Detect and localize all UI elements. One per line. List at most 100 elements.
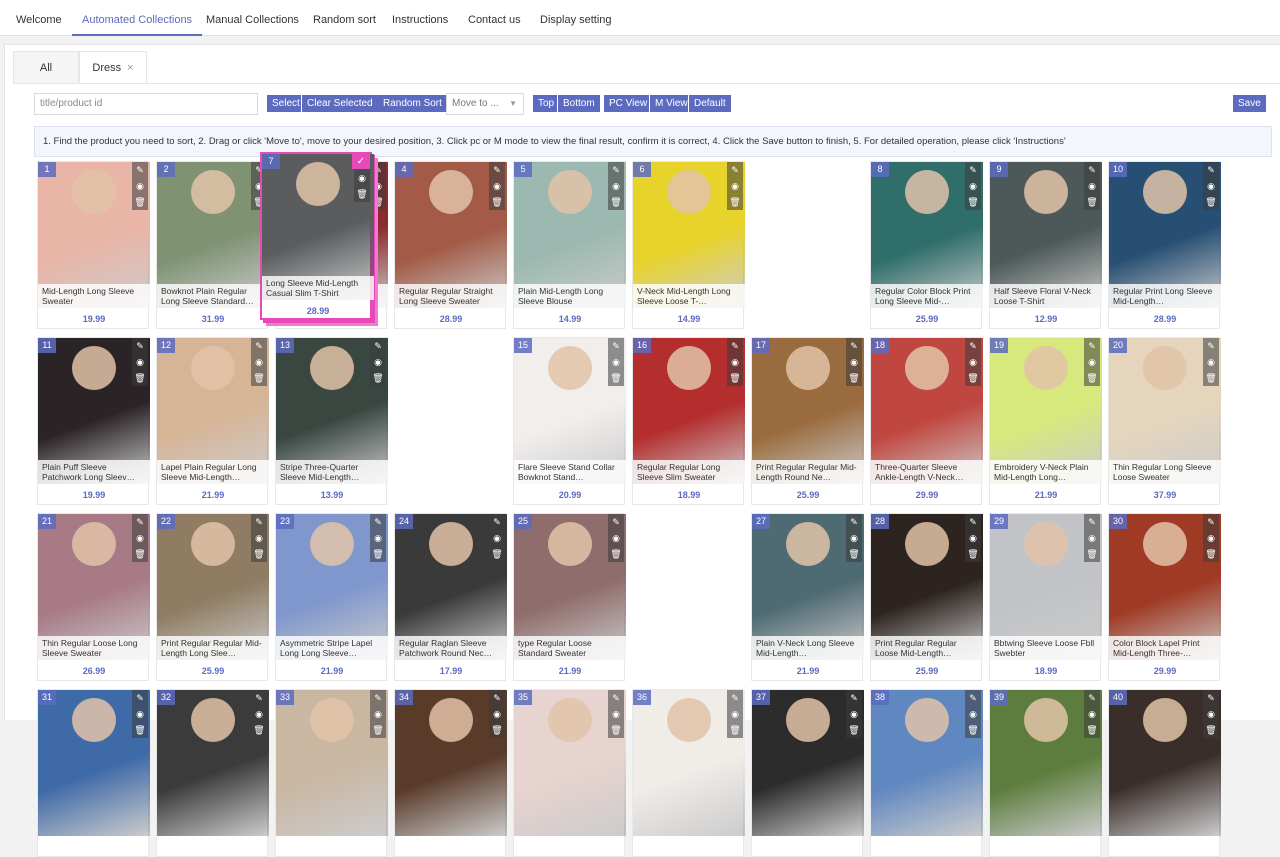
edit-icon[interactable]: ✎: [1084, 514, 1100, 530]
product-card[interactable]: 37 ✎ ◉ 🗑: [751, 689, 864, 857]
edit-icon[interactable]: ✎: [370, 338, 386, 354]
trash-icon[interactable]: 🗑: [608, 722, 624, 738]
trash-icon[interactable]: 🗑: [608, 546, 624, 562]
save-button[interactable]: Save: [1233, 95, 1266, 112]
move-to-select[interactable]: Move to ... ▼: [446, 93, 524, 115]
trash-icon[interactable]: 🗑: [846, 722, 862, 738]
product-card[interactable]: 38 ✎ ◉ 🗑: [870, 689, 983, 857]
edit-icon[interactable]: ✎: [965, 338, 981, 354]
product-card[interactable]: 34 ✎ ◉ 🗑: [394, 689, 507, 857]
product-card[interactable]: 28 ✎ ◉ 🗑 Print Regular Regular Loose Mid-Len…: [870, 513, 983, 681]
trash-icon[interactable]: 🗑: [489, 194, 505, 210]
product-card[interactable]: 20 ✎ ◉ 🗑 Thin Regular Long Sleeve Loose Swea…: [1108, 337, 1221, 505]
tab-all[interactable]: All: [13, 51, 79, 83]
trash-icon[interactable]: 🗑: [370, 546, 386, 562]
edit-icon[interactable]: ✎: [846, 338, 862, 354]
trash-icon[interactable]: 🗑: [370, 370, 386, 386]
product-card[interactable]: 7✎◉🗑Long Sleeve Mid-Length Casual Slim T…: [260, 152, 374, 320]
edit-icon[interactable]: ✎: [132, 514, 148, 530]
product-card[interactable]: 30 ✎ ◉ 🗑 Color Block Lapel Print Mid-Length …: [1108, 513, 1221, 681]
pc-view-button[interactable]: PC View: [604, 95, 653, 112]
eye-icon[interactable]: ◉: [846, 530, 862, 546]
product-card[interactable]: 4 ✎ ◉ 🗑 Regular Regular Straight Long Sleeve…: [394, 161, 507, 329]
eye-icon[interactable]: ◉: [132, 530, 148, 546]
trash-icon[interactable]: 🗑: [354, 186, 370, 202]
edit-icon[interactable]: ✎: [1084, 162, 1100, 178]
product-card[interactable]: 5 ✎ ◉ 🗑 Plain Mid-Length Long Sleeve Blouse 1…: [513, 161, 626, 329]
trash-icon[interactable]: 🗑: [1084, 194, 1100, 210]
trash-icon[interactable]: 🗑: [727, 370, 743, 386]
edit-icon[interactable]: ✎: [370, 690, 386, 706]
trash-icon[interactable]: 🗑: [132, 546, 148, 562]
product-card[interactable]: 22 ✎ ◉ 🗑 Print Regular Regular Mid-Length Lo…: [156, 513, 269, 681]
edit-icon[interactable]: ✎: [489, 690, 505, 706]
bottom-button[interactable]: Bottom: [557, 95, 600, 112]
product-card[interactable]: 11 ✎ ◉ 🗑 Plain Puff Sleeve Patchwork Long Sl…: [37, 337, 150, 505]
clear-selected-button[interactable]: Clear Selected: [301, 95, 378, 112]
edit-icon[interactable]: ✎: [727, 338, 743, 354]
product-card[interactable]: 39 ✎ ◉ 🗑: [989, 689, 1102, 857]
random-sort-button[interactable]: Random Sort: [378, 95, 447, 112]
product-card[interactable]: 13 ✎ ◉ 🗑 Stripe Three-Quarter Sleeve Mid-Len…: [275, 337, 388, 505]
edit-icon[interactable]: ✎: [1203, 690, 1219, 706]
product-card[interactable]: 19 ✎ ◉ 🗑 Embroidery V-Neck Plain Mid-Length …: [989, 337, 1102, 505]
default-button[interactable]: Default: [688, 95, 731, 112]
eye-icon[interactable]: ◉: [354, 170, 370, 186]
trash-icon[interactable]: 🗑: [251, 722, 267, 738]
trash-icon[interactable]: 🗑: [608, 194, 624, 210]
product-card[interactable]: 36 ✎ ◉ 🗑: [632, 689, 745, 857]
eye-icon[interactable]: ◉: [727, 178, 743, 194]
trash-icon[interactable]: 🗑: [608, 370, 624, 386]
eye-icon[interactable]: ◉: [1084, 354, 1100, 370]
eye-icon[interactable]: ◉: [132, 178, 148, 194]
product-card[interactable]: 6 ✎ ◉ 🗑 V-Neck Mid-Length Long Sleeve Loose …: [632, 161, 745, 329]
edit-icon[interactable]: ✎: [965, 514, 981, 530]
trash-icon[interactable]: 🗑: [965, 722, 981, 738]
search-input[interactable]: title/product id: [34, 93, 258, 115]
trash-icon[interactable]: 🗑: [846, 546, 862, 562]
edit-icon[interactable]: ✎: [608, 690, 624, 706]
edit-icon[interactable]: ✎: [846, 690, 862, 706]
product-card[interactable]: 15 ✎ ◉ 🗑 Flare Sleeve Stand Collar Bowknot S…: [513, 337, 626, 505]
trash-icon[interactable]: 🗑: [370, 722, 386, 738]
edit-icon[interactable]: ✎: [1084, 690, 1100, 706]
trash-icon[interactable]: 🗑: [1203, 370, 1219, 386]
nav-automated-collections[interactable]: Automated Collections: [72, 0, 203, 36]
product-card[interactable]: 32 ✎ ◉ 🗑: [156, 689, 269, 857]
trash-icon[interactable]: 🗑: [251, 370, 267, 386]
eye-icon[interactable]: ◉: [1203, 354, 1219, 370]
product-card[interactable]: 23 ✎ ◉ 🗑 Asymmetric Stripe Lapel Long Long S…: [275, 513, 388, 681]
edit-icon[interactable]: ✎: [608, 162, 624, 178]
edit-icon[interactable]: ✎: [132, 162, 148, 178]
trash-icon[interactable]: 🗑: [489, 722, 505, 738]
eye-icon[interactable]: ◉: [608, 178, 624, 194]
eye-icon[interactable]: ◉: [489, 178, 505, 194]
trash-icon[interactable]: 🗑: [727, 722, 743, 738]
edit-icon[interactable]: ✎: [489, 514, 505, 530]
eye-icon[interactable]: ◉: [727, 354, 743, 370]
trash-icon[interactable]: 🗑: [132, 370, 148, 386]
edit-icon[interactable]: ✎: [1203, 162, 1219, 178]
eye-icon[interactable]: ◉: [1203, 530, 1219, 546]
trash-icon[interactable]: 🗑: [965, 194, 981, 210]
nav-manual-collections[interactable]: Manual Collections: [206, 0, 299, 36]
select-button[interactable]: Select: [267, 95, 305, 112]
nav-instructions[interactable]: Instructions: [392, 0, 448, 36]
edit-icon[interactable]: ✎: [965, 690, 981, 706]
trash-icon[interactable]: 🗑: [132, 722, 148, 738]
product-card[interactable]: 27 ✎ ◉ 🗑 Plain V-Neck Long Sleeve Mid-Length…: [751, 513, 864, 681]
edit-icon[interactable]: ✎: [132, 338, 148, 354]
eye-icon[interactable]: ◉: [1203, 178, 1219, 194]
eye-icon[interactable]: ◉: [965, 178, 981, 194]
product-card[interactable]: 35 ✎ ◉ 🗑: [513, 689, 626, 857]
edit-icon[interactable]: ✎: [1084, 338, 1100, 354]
edit-icon[interactable]: ✎: [727, 690, 743, 706]
eye-icon[interactable]: ◉: [965, 530, 981, 546]
product-card[interactable]: 33 ✎ ◉ 🗑: [275, 689, 388, 857]
close-icon[interactable]: ×: [127, 62, 133, 74]
product-card[interactable]: 24 ✎ ◉ 🗑 Regular Raglan Sleeve Patchwork Rou…: [394, 513, 507, 681]
eye-icon[interactable]: ◉: [965, 354, 981, 370]
trash-icon[interactable]: 🗑: [489, 546, 505, 562]
product-card[interactable]: 12 ✎ ◉ 🗑 Lapel Plain Regular Long Sleeve Mid…: [156, 337, 269, 505]
eye-icon[interactable]: ◉: [489, 530, 505, 546]
